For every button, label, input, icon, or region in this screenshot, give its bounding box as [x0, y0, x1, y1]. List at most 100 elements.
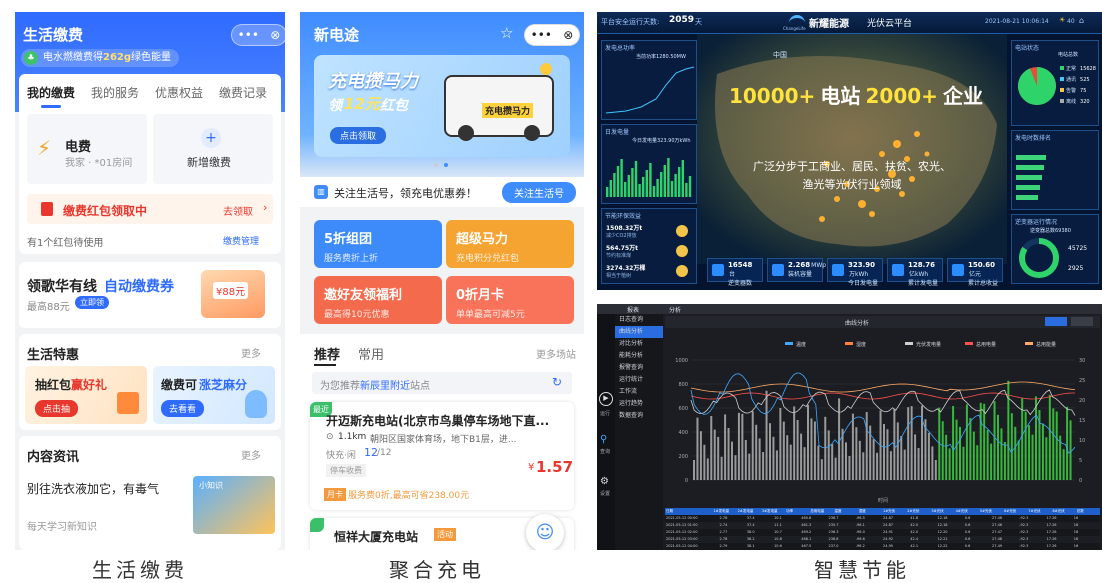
table-header-cell[interactable]: 温度: [834, 508, 858, 515]
more-icon[interactable]: •••: [238, 28, 259, 42]
feature-tile[interactable]: 0折月卡 单单最高可减5元: [446, 276, 574, 324]
table-header-cell[interactable]: 3#光伏: [930, 508, 954, 515]
table-row[interactable]: 2021-05-12 02:00 2.77 38.0 10.7 469.2 236.3 -9…: [665, 529, 1100, 536]
more-stations[interactable]: 更多场站: [536, 346, 576, 361]
feature-tile[interactable]: 超级马力 充电积分兑红包: [446, 220, 574, 268]
search-icon[interactable]: ⚲: [600, 434, 607, 445]
add-payment-tile[interactable]: + 新增缴费: [153, 114, 273, 184]
nav-item[interactable]: 数据查询: [615, 410, 663, 422]
table-row[interactable]: 2021-05-12 03:00 2.78 38.2 10.8 468.1 236.8 -9…: [665, 536, 1100, 543]
table-header-cell[interactable]: 湿度: [858, 508, 882, 515]
table-row[interactable]: 2021-05-12 04:00 2.79 38.1 10.6 467.5 237.0 -9…: [665, 543, 1100, 550]
menu-report[interactable]: 报表: [627, 305, 639, 314]
station-card[interactable]: 最近 开迈斯充电站(北京市鸟巢停车场地下直... ⊙ 1.1km 朝阳区国家体育…: [310, 402, 574, 510]
close-icon[interactable]: ⊗: [270, 28, 280, 42]
table-header-cell[interactable]: 2#光伏: [906, 508, 930, 515]
feat1-button[interactable]: 点击抽: [35, 400, 79, 417]
redpack-action[interactable]: 去领取: [223, 203, 253, 218]
status-row: 告警 75: [1060, 87, 1086, 94]
feature-tile[interactable]: 5折组团 服务费折上折: [314, 220, 442, 268]
banner-line2-c: 红包: [380, 98, 408, 114]
tab-records[interactable]: 缴费记录: [219, 84, 267, 108]
query-button[interactable]: [1045, 317, 1067, 326]
nav-item[interactable]: 运行统计: [615, 374, 663, 386]
news-thumbnail[interactable]: 小知识: [193, 476, 275, 534]
news-headline[interactable]: 别往洗衣液加它，有毒气: [27, 480, 159, 497]
green-energy-pill[interactable]: ♣ 电水燃缴费得262g绿色能量: [21, 49, 180, 67]
redpack-banner[interactable]: 缴费红包领取中 去领取 ›: [27, 194, 273, 224]
table-header-cell[interactable]: 8#光伏: [1052, 508, 1076, 515]
table-header-cell[interactable]: 日期: [665, 508, 712, 515]
nav-item[interactable]: 工作流: [615, 386, 663, 398]
electricity-bill-tile[interactable]: ⚡ 电费 我家 · *01房间: [27, 114, 147, 184]
table-row[interactable]: 2021-05-12 01:00 2.74 37.4 11.1 461.3 235.7 -9…: [665, 522, 1100, 529]
table-header-cell[interactable]: 总用电量: [809, 508, 833, 515]
kpi-icon: [772, 264, 784, 276]
nav-item[interactable]: 运行趋势: [615, 398, 663, 410]
close-icon[interactable]: ⊗: [563, 28, 573, 42]
bar: [807, 404, 809, 480]
table-header-cell[interactable]: 2#发电量: [737, 508, 761, 515]
carousel-dot-active[interactable]: [444, 163, 448, 167]
nav-item[interactable]: 对比分析: [615, 338, 663, 350]
menu-analysis[interactable]: 分析: [669, 305, 681, 314]
location-bar[interactable]: 为您推荐新辰里附近站点 ↻: [312, 372, 572, 394]
status-row: 通讯 525: [1060, 76, 1090, 83]
mini-capsule[interactable]: ••• ⊗: [524, 24, 580, 46]
table-header-cell[interactable]: 4#光伏: [955, 508, 979, 515]
bar: [848, 456, 851, 480]
table-cell: 17.26: [1046, 537, 1057, 541]
table-header-cell[interactable]: 6#光伏: [1003, 508, 1027, 515]
mini-capsule[interactable]: ••• ⊗: [231, 24, 285, 46]
manage-link[interactable]: 缴费管理: [223, 234, 259, 247]
table-header-cell[interactable]: 1#发电量: [712, 508, 736, 515]
play-icon[interactable]: ▶: [599, 392, 613, 406]
news-more[interactable]: 更多: [241, 447, 261, 462]
tab-my-payment[interactable]: 我的缴费: [27, 84, 75, 108]
table-cell: 16: [1073, 537, 1079, 541]
payment-tabs: 我的缴费 我的服务 优惠权益 缴费记录: [27, 84, 267, 108]
more-icon[interactable]: •••: [531, 28, 552, 42]
carousel-dot[interactable]: [434, 163, 438, 167]
bar: [824, 416, 827, 480]
lottery-tile[interactable]: 抽红包 赢好礼 点击抽: [25, 366, 147, 424]
table-cell: 16: [1073, 544, 1079, 548]
table-header-cell[interactable]: 5#光伏: [979, 508, 1003, 515]
nav-item[interactable]: 曲线分析: [615, 326, 663, 338]
service-icon[interactable]: ☺: [526, 514, 564, 550]
tab-benefits[interactable]: 优惠权益: [155, 84, 203, 108]
tab-common[interactable]: 常用: [358, 344, 384, 363]
promo-button[interactable]: 立即领: [75, 296, 109, 309]
tab-recommend[interactable]: 推荐: [314, 344, 340, 363]
table-header-cell[interactable]: 功率: [785, 508, 809, 515]
features-more[interactable]: 更多: [241, 345, 261, 360]
bar: [845, 442, 847, 480]
table-header-cell[interactable]: 总数: [1076, 508, 1100, 515]
tab-my-service[interactable]: 我的服务: [91, 84, 139, 108]
star-icon[interactable]: ☆: [500, 24, 513, 42]
status-panel: 电站状态 电站总数 正常 15628 通讯 525 告警 75 离线 320: [1011, 40, 1099, 126]
table-cell: 12.18: [937, 516, 948, 520]
legend-label: 总用电量: [976, 341, 996, 348]
table-header-cell[interactable]: 3#发电量: [761, 508, 785, 515]
refresh-icon[interactable]: ↻: [552, 375, 562, 389]
banner-button[interactable]: 点击领取: [330, 127, 387, 144]
promo-card[interactable]: 领歌华有线 自动缴费券 最高88元 立即领 ¥88元: [19, 262, 281, 328]
table-row[interactable]: 2021-05-12 00:00 2.76 37.4 10.1 460.8 236.7 -9…: [665, 515, 1100, 522]
table-header-cell[interactable]: 7#光伏: [1027, 508, 1051, 515]
feature-tile[interactable]: 邀好友领福利 最高得10元优惠: [314, 276, 442, 324]
nav-item[interactable]: 能耗分析: [615, 350, 663, 362]
sesame-tile[interactable]: 缴费可 涨芝麻分 去看看: [153, 366, 275, 424]
station-tag: [310, 518, 324, 532]
table-cell: 2.77: [719, 530, 728, 534]
follow-button[interactable]: 关注生活号: [502, 182, 576, 203]
table-header-cell[interactable]: 1#光伏: [882, 508, 906, 515]
home-icon[interactable]: ⌂: [1079, 16, 1084, 25]
nav-item[interactable]: 报警查询: [615, 362, 663, 374]
promo-banner[interactable]: 充电攒马力 领 12元 红包 点击领取 充电攒马力: [314, 55, 570, 157]
gear-icon[interactable]: ⚙: [600, 476, 609, 487]
export-button[interactable]: [1071, 317, 1093, 326]
nav-item[interactable]: 日志查询: [615, 314, 663, 326]
feat2-button[interactable]: 去看看: [161, 400, 205, 417]
table-cell: 0.6: [964, 530, 971, 534]
